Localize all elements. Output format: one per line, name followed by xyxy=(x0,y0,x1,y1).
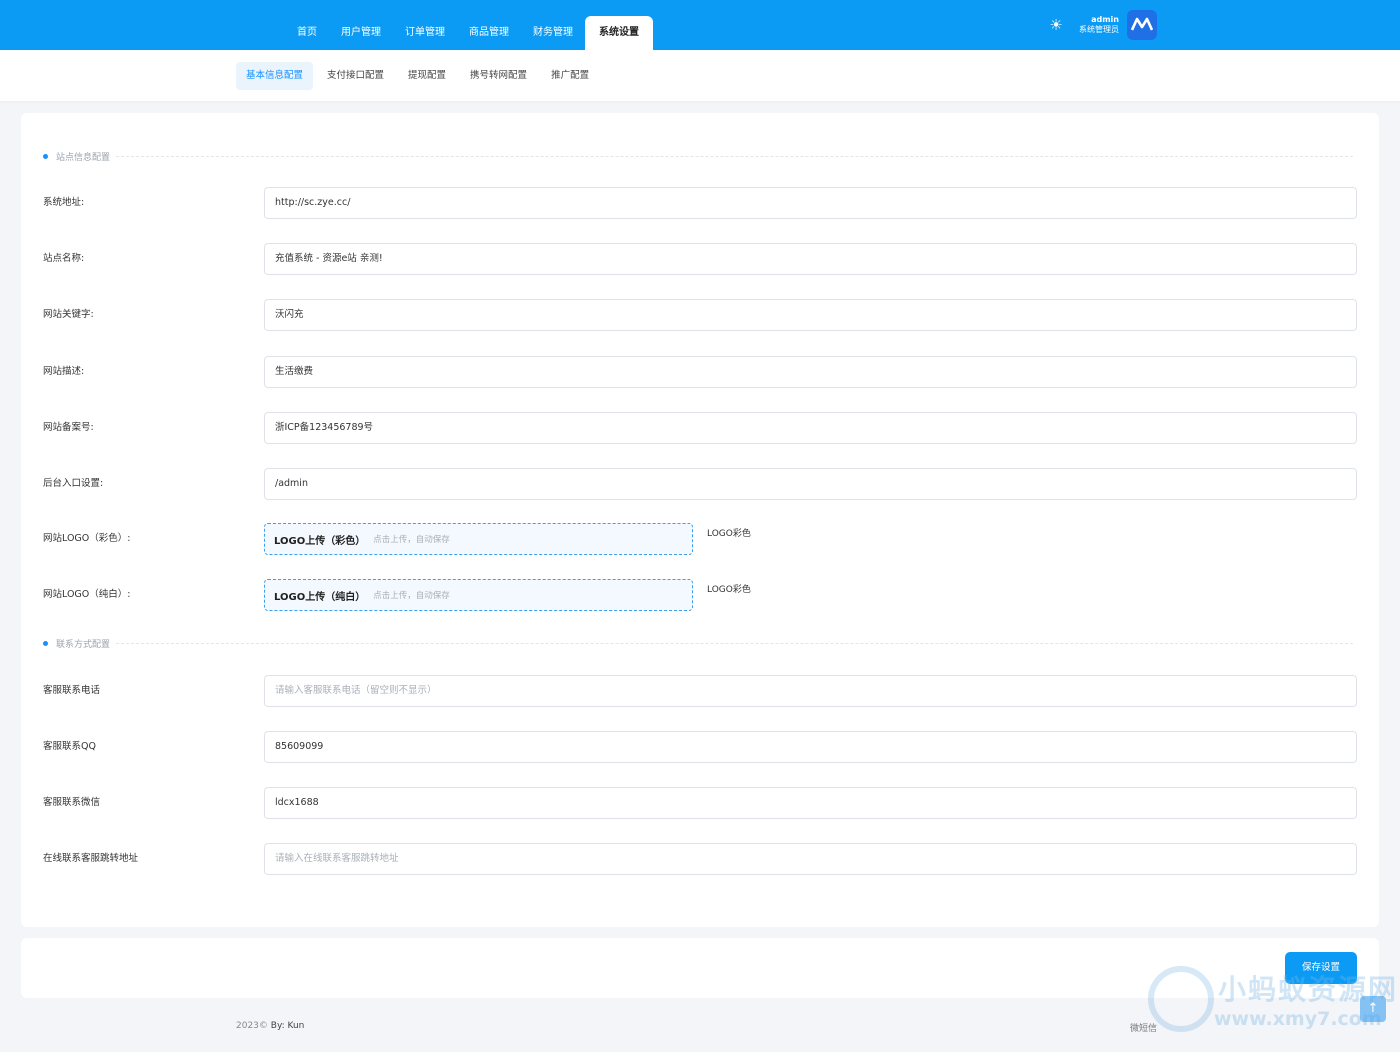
wechat-input[interactable]: ldcx1688 xyxy=(264,787,1357,819)
row-phone: 客服联系电话 请输入客服联系电话（留空则不显示） xyxy=(43,675,1357,707)
field-label: 系统地址: xyxy=(43,197,85,208)
copyright-author: By: Kun xyxy=(270,1021,305,1031)
tab-promotion[interactable]: 推广配置 xyxy=(541,62,599,90)
logo-color-upload[interactable]: LOGO上传（彩色） 点击上传，自动保存 xyxy=(264,523,693,555)
header-user-area: ☀ admin 系统管理员 xyxy=(1047,10,1157,40)
field-label: 网站LOGO（彩色）: xyxy=(43,533,131,544)
user-info[interactable]: admin 系统管理员 xyxy=(1079,15,1119,35)
save-button[interactable]: 保存设置 xyxy=(1285,952,1357,984)
section-title: 联系方式配置 xyxy=(56,639,111,650)
nav-finance[interactable]: 财务管理 xyxy=(521,16,585,50)
section-site-info: 站点信息配置 xyxy=(43,148,1353,164)
field-label: 客服联系微信 xyxy=(43,797,101,808)
keywords-input[interactable]: 沃闪充 xyxy=(264,299,1357,331)
field-label: 后台入口设置: xyxy=(43,478,104,489)
upload-hint: 点击上传，自动保存 xyxy=(373,591,450,601)
sub-nav: 基本信息配置 支付接口配置 提现配置 携号转网配置 推广配置 xyxy=(236,62,603,90)
description-input[interactable]: 生活缴费 xyxy=(264,356,1357,388)
copyright-year: 2023© xyxy=(236,1021,268,1031)
watermark-url: www.xmy7.com xyxy=(1214,1008,1382,1030)
admin-entry-input[interactable]: /admin xyxy=(264,468,1357,500)
row-logo-color: 网站LOGO（彩色）: LOGO上传（彩色） 点击上传，自动保存 LOGO彩色 xyxy=(43,523,1357,555)
field-label: 网站关键字: xyxy=(43,309,94,320)
logo-white-upload[interactable]: LOGO上传（纯白） 点击上传，自动保存 xyxy=(264,579,693,611)
settings-card: 站点信息配置 系统地址: http://sc.zye.cc/ 站点名称: 充值系… xyxy=(21,113,1379,927)
field-label: 客服联系电话 xyxy=(43,685,101,696)
logo-m-icon xyxy=(1130,17,1154,31)
field-label: 网站备案号: xyxy=(43,422,94,433)
row-wechat: 客服联系微信 ldcx1688 xyxy=(43,787,1357,819)
field-label: 站点名称: xyxy=(43,253,85,264)
copyright: 2023© By: Kun xyxy=(236,1021,304,1031)
row-admin-entry: 后台入口设置: /admin xyxy=(43,468,1357,500)
icp-input[interactable]: 浙ICP备123456789号 xyxy=(264,412,1357,444)
row-description: 网站描述: 生活缴费 xyxy=(43,356,1357,388)
qq-input[interactable]: 85609099 xyxy=(264,731,1357,763)
sub-nav-bar: 基本信息配置 支付接口配置 提现配置 携号转网配置 推广配置 xyxy=(0,50,1400,101)
field-label: 网站LOGO（纯白）: xyxy=(43,589,131,600)
user-role: 系统管理员 xyxy=(1079,25,1119,34)
field-label: 网站描述: xyxy=(43,366,85,377)
row-logo-white: 网站LOGO（纯白）: LOGO上传（纯白） 点击上传，自动保存 LOGO彩色 xyxy=(43,579,1357,611)
online-service-url-input[interactable]: 请输入在线联系客服跳转地址 xyxy=(264,843,1357,875)
field-label: 在线联系客服跳转地址 xyxy=(43,853,139,864)
back-to-top-button[interactable]: ↑ xyxy=(1360,996,1386,1022)
top-header: 首页 用户管理 订单管理 商品管理 财务管理 系统设置 ☀ admin 系统管理… xyxy=(0,0,1400,50)
footer-wechat-link[interactable]: 微短信 xyxy=(1130,1021,1157,1034)
tab-withdraw[interactable]: 提现配置 xyxy=(398,62,456,90)
row-online-service-url: 在线联系客服跳转地址 请输入在线联系客服跳转地址 xyxy=(43,843,1357,875)
system-url-input[interactable]: http://sc.zye.cc/ xyxy=(264,187,1357,219)
section-contact: 联系方式配置 xyxy=(43,635,1353,651)
field-label: 客服联系QQ xyxy=(43,741,96,752)
phone-input[interactable]: 请输入客服联系电话（留空则不显示） xyxy=(264,675,1357,707)
nav-orders[interactable]: 订单管理 xyxy=(393,16,457,50)
nav-users[interactable]: 用户管理 xyxy=(329,16,393,50)
sun-icon[interactable]: ☀ xyxy=(1047,16,1065,34)
section-dot xyxy=(43,640,48,646)
upload-button-label: LOGO上传（纯白） xyxy=(274,591,366,603)
nav-settings[interactable]: 系统设置 xyxy=(585,16,653,50)
row-site-name: 站点名称: 充值系统 - 资源e站 亲测! xyxy=(43,243,1357,275)
row-keywords: 网站关键字: 沃闪充 xyxy=(43,299,1357,331)
divider xyxy=(116,642,1353,644)
avatar[interactable] xyxy=(1127,10,1157,40)
arrow-up-icon: ↑ xyxy=(1367,1001,1379,1016)
row-qq: 客服联系QQ 85609099 xyxy=(43,731,1357,763)
nav-products[interactable]: 商品管理 xyxy=(457,16,521,50)
site-name-input[interactable]: 充值系统 - 资源e站 亲测! xyxy=(264,243,1357,275)
upload-hint: 点击上传，自动保存 xyxy=(373,535,450,545)
nav-home[interactable]: 首页 xyxy=(285,16,329,50)
tab-payment[interactable]: 支付接口配置 xyxy=(317,62,394,90)
tab-basic-info[interactable]: 基本信息配置 xyxy=(236,62,314,90)
section-title: 站点信息配置 xyxy=(56,152,111,163)
divider xyxy=(116,155,1353,157)
section-dot xyxy=(43,153,48,159)
user-name: admin xyxy=(1091,15,1119,24)
row-icp: 网站备案号: 浙ICP备123456789号 xyxy=(43,412,1357,444)
row-system-url: 系统地址: http://sc.zye.cc/ xyxy=(43,187,1357,219)
save-bar: 保存设置 xyxy=(21,938,1379,998)
logo-preview-alt: LOGO彩色 xyxy=(707,585,751,595)
logo-preview-alt: LOGO彩色 xyxy=(707,529,751,539)
upload-button-label: LOGO上传（彩色） xyxy=(274,535,366,547)
tab-number-porting[interactable]: 携号转网配置 xyxy=(460,62,537,90)
main-nav: 首页 用户管理 订单管理 商品管理 财务管理 系统设置 xyxy=(285,0,653,50)
